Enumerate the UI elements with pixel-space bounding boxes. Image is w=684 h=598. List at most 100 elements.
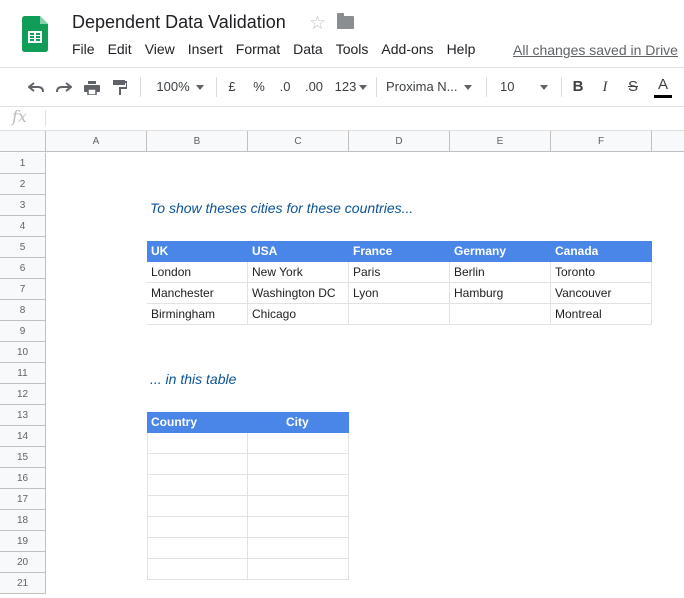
- format-currency-button[interactable]: £: [222, 68, 242, 106]
- paint-format-icon[interactable]: [108, 68, 132, 106]
- star-icon[interactable]: ☆: [309, 12, 326, 35]
- row-header[interactable]: 17: [0, 489, 46, 510]
- table-cell[interactable]: Toronto: [551, 262, 652, 283]
- table-cell[interactable]: [450, 304, 551, 325]
- table-cell[interactable]: Manchester: [147, 283, 248, 304]
- table-cell[interactable]: Berlin: [450, 262, 551, 283]
- print-icon[interactable]: [80, 68, 104, 106]
- country-dropdown-cell[interactable]: [147, 517, 248, 538]
- select-all-corner[interactable]: [0, 131, 46, 152]
- column-header-f[interactable]: F: [551, 131, 652, 152]
- cities-header-canada[interactable]: Canada: [551, 241, 652, 262]
- column-header-d[interactable]: D: [349, 131, 450, 152]
- row-header[interactable]: 18: [0, 510, 46, 531]
- font-select[interactable]: Proxima N...: [386, 68, 478, 106]
- country-dropdown-cell[interactable]: [147, 538, 248, 559]
- text-color-button[interactable]: A: [652, 68, 674, 106]
- city-dropdown-cell[interactable]: [248, 559, 349, 580]
- cities-header-uk[interactable]: UK: [147, 241, 248, 262]
- chevron-down-icon: [195, 85, 204, 91]
- menu-view[interactable]: View: [145, 41, 175, 57]
- table-cell[interactable]: Chicago: [248, 304, 349, 325]
- table-cell[interactable]: Washington DC: [248, 283, 349, 304]
- menu-insert[interactable]: Insert: [188, 41, 223, 57]
- row-header[interactable]: 12: [0, 384, 46, 405]
- city-dropdown-cell[interactable]: [248, 433, 349, 454]
- sheets-logo-icon[interactable]: [22, 16, 48, 52]
- undo-icon[interactable]: [24, 68, 48, 106]
- column-header-b[interactable]: B: [147, 131, 248, 152]
- row-header[interactable]: 11: [0, 363, 46, 384]
- row-header[interactable]: 4: [0, 216, 46, 237]
- country-dropdown-cell[interactable]: [147, 475, 248, 496]
- row-header[interactable]: 7: [0, 279, 46, 300]
- folder-icon[interactable]: [337, 13, 354, 29]
- menu-add-ons[interactable]: Add-ons: [381, 41, 433, 57]
- row-header[interactable]: 5: [0, 237, 46, 258]
- row-header[interactable]: 8: [0, 300, 46, 321]
- cities-header-germany[interactable]: Germany: [450, 241, 551, 262]
- column-header-e[interactable]: E: [450, 131, 551, 152]
- redo-icon[interactable]: [52, 68, 76, 106]
- font-size-select[interactable]: 10: [500, 68, 556, 106]
- entry-header-country[interactable]: Country: [147, 412, 248, 433]
- row-header[interactable]: 3: [0, 195, 46, 216]
- note-top[interactable]: To show theses cities for these countrie…: [150, 200, 413, 216]
- table-cell[interactable]: Paris: [349, 262, 450, 283]
- menu-data[interactable]: Data: [293, 41, 323, 57]
- bold-button[interactable]: B: [568, 68, 588, 106]
- country-dropdown-cell[interactable]: [147, 454, 248, 475]
- row-header[interactable]: 6: [0, 258, 46, 279]
- menu-help[interactable]: Help: [447, 41, 476, 57]
- row-header[interactable]: 20: [0, 552, 46, 573]
- table-cell[interactable]: Montreal: [551, 304, 652, 325]
- country-dropdown-cell[interactable]: [147, 496, 248, 517]
- column-header-a[interactable]: A: [46, 131, 147, 152]
- city-dropdown-cell[interactable]: [248, 517, 349, 538]
- row-header[interactable]: 15: [0, 447, 46, 468]
- column-header-g[interactable]: [652, 131, 684, 152]
- row-header[interactable]: 10: [0, 342, 46, 363]
- column-header-c[interactable]: C: [248, 131, 349, 152]
- table-cell[interactable]: Lyon: [349, 283, 450, 304]
- save-status-link[interactable]: All changes saved in Drive: [513, 42, 678, 58]
- row-header[interactable]: 19: [0, 531, 46, 552]
- city-dropdown-cell[interactable]: [248, 538, 349, 559]
- table-cell[interactable]: Hamburg: [450, 283, 551, 304]
- city-dropdown-cell[interactable]: [248, 496, 349, 517]
- row-header[interactable]: 14: [0, 426, 46, 447]
- city-dropdown-cell[interactable]: [248, 475, 349, 496]
- country-dropdown-cell[interactable]: [147, 433, 248, 454]
- table-cell[interactable]: [349, 304, 450, 325]
- menu-edit[interactable]: Edit: [108, 41, 132, 57]
- formula-input[interactable]: [52, 108, 672, 128]
- row-header[interactable]: 9: [0, 321, 46, 342]
- table-cell[interactable]: New York: [248, 262, 349, 283]
- row-header[interactable]: 1: [0, 153, 46, 174]
- chevron-down-icon: [540, 85, 549, 91]
- increase-decimals-button[interactable]: .00: [301, 68, 327, 106]
- menu-format[interactable]: Format: [236, 41, 280, 57]
- entry-header-city[interactable]: City: [248, 412, 349, 433]
- row-header[interactable]: 2: [0, 174, 46, 195]
- format-percent-button[interactable]: %: [249, 68, 269, 106]
- menu-file[interactable]: File: [72, 41, 95, 57]
- table-cell[interactable]: Birmingham: [147, 304, 248, 325]
- row-header[interactable]: 21: [0, 573, 46, 594]
- italic-button[interactable]: I: [595, 68, 615, 106]
- table-cell[interactable]: London: [147, 262, 248, 283]
- strikethrough-button[interactable]: S: [623, 68, 643, 106]
- note-bottom[interactable]: ... in this table: [150, 371, 236, 387]
- more-formats-select[interactable]: 123: [331, 68, 371, 106]
- country-dropdown-cell[interactable]: [147, 559, 248, 580]
- row-header[interactable]: 16: [0, 468, 46, 489]
- document-title[interactable]: Dependent Data Validation: [72, 12, 286, 33]
- row-header[interactable]: 13: [0, 405, 46, 426]
- cities-header-usa[interactable]: USA: [248, 241, 349, 262]
- decrease-decimals-button[interactable]: .0: [274, 68, 296, 106]
- menu-tools[interactable]: Tools: [336, 41, 369, 57]
- zoom-select[interactable]: 100%: [150, 68, 210, 106]
- city-dropdown-cell[interactable]: [248, 454, 349, 475]
- cities-header-france[interactable]: France: [349, 241, 450, 262]
- table-cell[interactable]: Vancouver: [551, 283, 652, 304]
